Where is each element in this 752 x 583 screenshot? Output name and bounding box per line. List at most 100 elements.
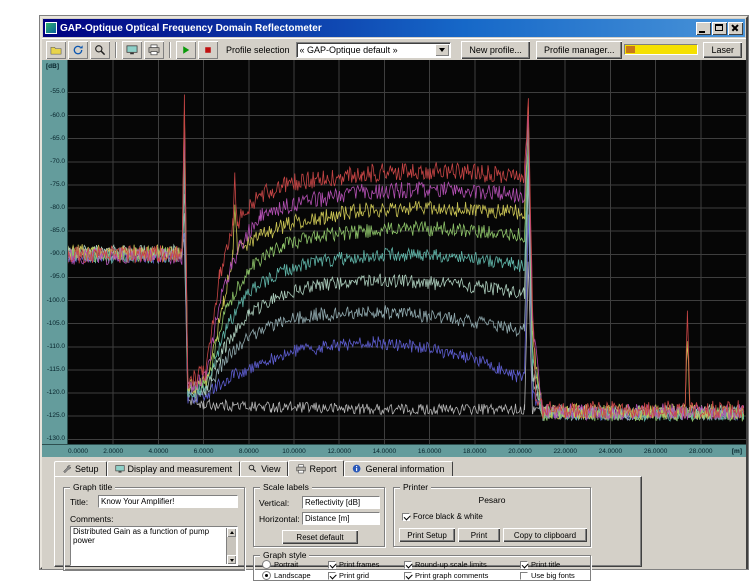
checkbox-round-up-scale-limits[interactable]: Round-up scale limits: [404, 560, 487, 569]
printer-name: Pesaro: [394, 495, 590, 505]
play-icon: [180, 44, 192, 56]
title-label: Title:: [70, 497, 88, 507]
chevron-down-icon[interactable]: [435, 44, 449, 56]
checkbox-print-grid[interactable]: Print grid: [328, 571, 369, 580]
toolbar-button-zoom[interactable]: [90, 41, 110, 59]
scroll-down-icon[interactable]: [227, 555, 236, 564]
checkbox-icon[interactable]: [404, 572, 412, 580]
radio-icon[interactable]: [262, 571, 271, 580]
chart-area: [dB]-55.0-60.0-65.0-70.0-75.0-80.0-85.0-…: [42, 60, 746, 457]
checkbox-icon[interactable]: [404, 561, 412, 569]
checkbox-icon[interactable]: [402, 513, 410, 521]
horizontal-scale-input[interactable]: [302, 512, 380, 525]
toolbar-button-open[interactable]: [46, 41, 66, 59]
comments-scrollbar[interactable]: [226, 528, 236, 564]
info-icon: [352, 464, 362, 474]
x-tick-label: 8.0000: [239, 448, 259, 455]
radio-portrait[interactable]: Portrait: [262, 560, 298, 569]
title-input[interactable]: [98, 495, 238, 508]
print-setup-button[interactable]: Print Setup: [399, 528, 455, 542]
x-tick-label: 26.0000: [644, 448, 668, 455]
x-tick-label: 20.0000: [508, 448, 532, 455]
x-tick-label: 4.0000: [148, 448, 168, 455]
minimize-button[interactable]: [696, 22, 711, 35]
comments-text: Distributed Gain as a function of pump p…: [73, 527, 235, 545]
toolbar-button-refresh[interactable]: [68, 41, 88, 59]
toolbar-button-stop[interactable]: [198, 41, 218, 59]
radio-icon[interactable]: [262, 560, 271, 569]
wrench-icon: [62, 464, 72, 474]
printer-icon: [296, 464, 306, 474]
tab-general-information[interactable]: General information: [344, 461, 452, 476]
tab-label: General information: [365, 464, 444, 474]
tab-setup[interactable]: Setup: [54, 461, 107, 476]
y-tick-label: -120.0: [47, 389, 65, 396]
series-pump-6: [68, 107, 744, 420]
x-tick-label: 14.0000: [373, 448, 397, 455]
checkbox-print-frames[interactable]: Print frames: [328, 560, 379, 569]
tab-view[interactable]: View: [240, 461, 288, 476]
scale-labels-group-caption: Scale labels: [260, 482, 312, 492]
y-tick-label: -75.0: [50, 181, 65, 188]
force-bw-checkbox[interactable]: Force black & white: [402, 512, 483, 521]
reset-default-button[interactable]: Reset default: [282, 530, 358, 544]
tab-report[interactable]: Report: [288, 460, 344, 476]
checkbox-label: Print title: [531, 560, 560, 569]
window-title: GAP-Optique Optical Frequency Domain Ref…: [60, 23, 695, 34]
graph-title-group-caption: Graph title: [70, 482, 115, 492]
print-button[interactable]: Print: [458, 528, 500, 542]
laser-button[interactable]: Laser: [703, 42, 742, 58]
vertical-label: Vertical:: [259, 498, 289, 508]
checkbox-print-title[interactable]: Print title: [520, 560, 560, 569]
checkbox-print-graph-comments[interactable]: Print graph comments: [404, 571, 488, 580]
checkbox-icon[interactable]: [520, 572, 528, 580]
x-axis-strip: 0.00002.00004.00006.00008.000010.000012.…: [42, 444, 746, 457]
y-tick-label: -105.0: [47, 320, 65, 327]
checkbox-icon[interactable]: [328, 561, 336, 569]
vertical-scale-input[interactable]: [302, 496, 380, 509]
profile-selection-combobox[interactable]: « GAP-Optique default »: [296, 42, 452, 58]
y-tick-label: -115.0: [47, 366, 65, 373]
y-axis-unit: [dB]: [46, 63, 59, 70]
toolbar: Profile selection « GAP-Optique default …: [42, 38, 746, 60]
toolbar-button-printer[interactable]: [144, 41, 164, 59]
checkbox-icon[interactable]: [520, 561, 528, 569]
plot-area[interactable]: [68, 60, 746, 444]
x-tick-label: 6.0000: [194, 448, 214, 455]
app-icon: [45, 22, 57, 34]
profile-selection-label: Profile selection: [226, 45, 290, 55]
y-tick-label: -110.0: [47, 343, 65, 350]
close-button[interactable]: [728, 22, 743, 35]
x-tick-label: 28.0000: [689, 448, 713, 455]
report-tab-page: Graph title Title: Comments: Distributed…: [54, 476, 642, 567]
refresh-icon: [72, 44, 84, 56]
checkbox-use-big-fonts[interactable]: Use big fonts: [520, 571, 575, 580]
series-pump-3: [68, 155, 744, 418]
titlebar[interactable]: GAP-Optique Optical Frequency Domain Ref…: [43, 19, 745, 37]
copy-to-clipboard-button[interactable]: Copy to clipboard: [503, 528, 587, 542]
y-tick-label: -130.0: [47, 435, 65, 442]
new-profile-button[interactable]: New profile...: [461, 41, 530, 59]
profile-manager-button[interactable]: Profile manager...: [536, 41, 623, 59]
radio-landscape[interactable]: Landscape: [262, 571, 311, 580]
checkbox-label: Round-up scale limits: [415, 560, 487, 569]
y-tick-label: -55.0: [50, 88, 65, 95]
checkbox-icon[interactable]: [328, 572, 336, 580]
scroll-up-icon[interactable]: [227, 528, 236, 537]
maximize-button[interactable]: [712, 22, 727, 35]
scale-labels-group: Scale labels Vertical: Horizontal: Reset…: [253, 487, 385, 547]
x-tick-label: 18.0000: [463, 448, 487, 455]
tab-label: Report: [309, 464, 336, 474]
comments-textarea[interactable]: Distributed Gain as a function of pump p…: [70, 526, 238, 566]
tab-label: Display and measurement: [128, 464, 233, 474]
x-tick-label: 16.0000: [418, 448, 442, 455]
toolbar-button-play[interactable]: [176, 41, 196, 59]
y-tick-label: -65.0: [50, 135, 65, 142]
maximize-icon: [715, 24, 723, 31]
bottom-panel: Setup Display and measurement View Report Ge…: [42, 457, 746, 569]
series-noise-floor: [68, 239, 744, 420]
tab-display-and-measurement[interactable]: Display and measurement: [107, 461, 241, 476]
toolbar-separator: [115, 42, 117, 58]
toolbar-button-monitor[interactable]: [122, 41, 142, 59]
horizontal-label: Horizontal:: [259, 514, 300, 524]
